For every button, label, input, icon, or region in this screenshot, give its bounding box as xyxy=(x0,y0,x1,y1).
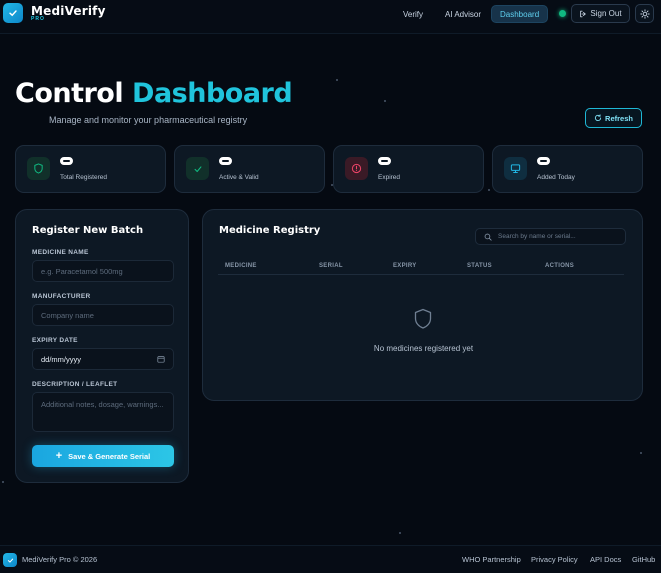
top-navbar: MediVerify PRO Verify AI Advisor Dashboa… xyxy=(0,0,661,34)
medicine-name-input[interactable]: e.g. Paracetamol 500mg xyxy=(32,260,174,282)
monitor-icon xyxy=(504,157,527,180)
calendar-icon[interactable] xyxy=(157,355,165,363)
footer-copyright: MediVerify Pro © 2026 xyxy=(22,555,98,564)
theme-toggle-button[interactable] xyxy=(635,4,654,23)
footer-link-github[interactable]: GitHub xyxy=(632,555,655,564)
logo-icon[interactable] xyxy=(3,3,23,23)
stat-card-total-registered: Total Registered xyxy=(15,145,166,193)
manufacturer-input[interactable]: Company name xyxy=(32,304,174,326)
stat-value-today xyxy=(537,157,550,165)
logout-icon xyxy=(580,10,587,17)
empty-shield-icon xyxy=(414,308,432,329)
check-icon xyxy=(186,157,209,180)
column-header-serial[interactable]: SERIAL xyxy=(319,263,343,269)
description-textarea[interactable]: Additional notes, dosage, warnings... xyxy=(32,392,174,432)
stat-value-expired xyxy=(378,157,391,165)
save-button-label: Save & Generate Serial xyxy=(68,451,151,461)
alert-circle-icon xyxy=(345,157,368,180)
registry-search-input[interactable]: Search by name or serial... xyxy=(475,228,626,245)
stat-card-added-today: Added Today xyxy=(492,145,643,193)
register-panel-title: Register New Batch xyxy=(32,225,144,236)
stat-label: Expired xyxy=(378,174,401,181)
search-icon xyxy=(484,233,492,241)
column-header-status[interactable]: STATUS xyxy=(467,263,492,269)
column-header-expiry[interactable]: EXPIRY xyxy=(393,263,417,269)
stat-value-total xyxy=(60,157,73,165)
footer-link-privacy[interactable]: Privacy Policy xyxy=(531,555,578,564)
page-subtitle: Manage and monitor your pharmaceutical r… xyxy=(49,115,248,125)
save-generate-serial-button[interactable]: + Save & Generate Serial xyxy=(32,445,174,467)
nav-verify[interactable]: Verify xyxy=(395,5,431,23)
sign-out-label: Sign Out xyxy=(590,9,622,18)
shield-icon xyxy=(27,157,50,180)
manufacturer-label: MANUFACTURER xyxy=(32,293,91,300)
medicine-registry-panel: Medicine Registry Search by name or seri… xyxy=(202,209,643,401)
footer-link-who[interactable]: WHO Partnership xyxy=(462,555,521,564)
refresh-icon xyxy=(594,114,602,122)
expiry-date-value: dd/mm/yyyy xyxy=(41,354,82,364)
stat-label: Total Registered xyxy=(60,174,107,181)
sign-out-button[interactable]: Sign Out xyxy=(571,4,630,23)
nav-dashboard[interactable]: Dashboard xyxy=(491,5,549,23)
description-label: DESCRIPTION / LEAFLET xyxy=(32,381,118,388)
stat-label: Added Today xyxy=(537,174,575,181)
nav-ai-advisor[interactable]: AI Advisor xyxy=(437,5,489,23)
sun-icon xyxy=(639,8,650,19)
page-title-part1: Control xyxy=(15,78,124,109)
registry-panel-title: Medicine Registry xyxy=(219,225,321,236)
brand-tier: PRO xyxy=(31,16,45,22)
online-status-indicator xyxy=(559,10,566,17)
expiry-date-input[interactable]: dd/mm/yyyy xyxy=(32,348,174,370)
expiry-date-label: EXPIRY DATE xyxy=(32,337,78,344)
footer-link-api-docs[interactable]: API Docs xyxy=(590,555,621,564)
search-placeholder: Search by name or serial... xyxy=(498,233,576,240)
column-header-actions: ACTIONS xyxy=(545,263,575,269)
page-title: Control Dashboard xyxy=(15,78,293,110)
page-footer: MediVerify Pro © 2026 WHO Partnership Pr… xyxy=(0,545,661,573)
medicine-name-label: MEDICINE NAME xyxy=(32,249,89,256)
refresh-button[interactable]: Refresh xyxy=(585,108,642,128)
stat-card-expired: Expired xyxy=(333,145,484,193)
register-batch-panel: Register New Batch MEDICINE NAME e.g. Pa… xyxy=(15,209,189,483)
stat-value-active xyxy=(219,157,232,165)
column-header-medicine[interactable]: MEDICINE xyxy=(225,263,257,269)
footer-logo-icon xyxy=(3,553,17,567)
stat-card-active-valid: Active & Valid xyxy=(174,145,325,193)
page-title-part2: Dashboard xyxy=(132,78,293,109)
plus-icon: + xyxy=(55,450,63,462)
empty-state-message: No medicines registered yet xyxy=(373,344,474,353)
stat-label: Active & Valid xyxy=(219,174,259,181)
refresh-label: Refresh xyxy=(605,113,633,123)
table-header-divider xyxy=(218,274,624,275)
